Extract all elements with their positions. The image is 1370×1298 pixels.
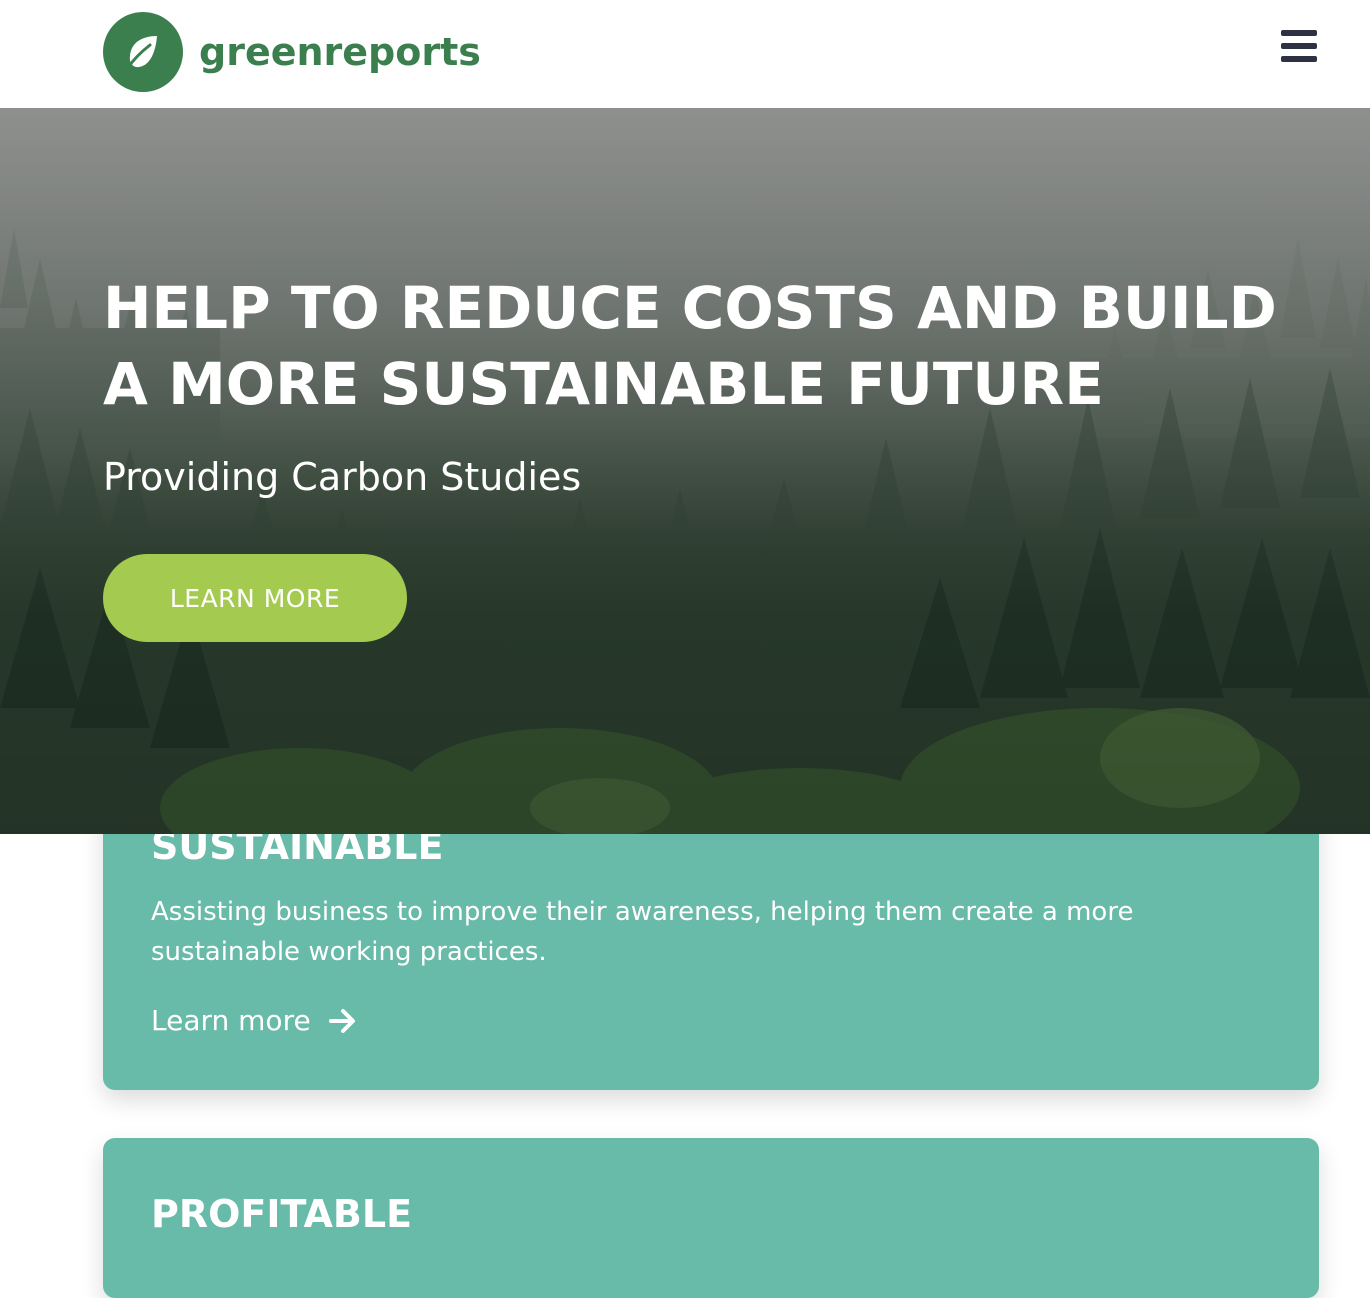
- brand-name: greenreports: [199, 30, 481, 74]
- learn-more-button[interactable]: LEARN MORE: [103, 554, 407, 642]
- brand-logo-link[interactable]: greenreports: [103, 12, 481, 92]
- card-learn-more-link[interactable]: Learn more: [151, 1004, 357, 1037]
- arrow-right-icon: [328, 1008, 357, 1034]
- hero-banner: HELP TO REDUCE COSTS AND BUILD A MORE SU…: [0, 108, 1370, 834]
- hero-subtitle: Providing Carbon Studies: [103, 455, 582, 499]
- leaf-icon: [103, 12, 183, 92]
- card-link-label: Learn more: [151, 1004, 311, 1037]
- hamburger-menu-icon[interactable]: [1278, 26, 1320, 66]
- profitable-card: PROFITABLE: [103, 1138, 1319, 1298]
- card-title: PROFITABLE: [151, 1192, 413, 1236]
- hero-title: HELP TO REDUCE COSTS AND BUILD A MORE SU…: [103, 274, 1277, 418]
- card-description: Assisting business to improve their awar…: [151, 897, 1134, 967]
- site-header: greenreports: [0, 0, 1370, 108]
